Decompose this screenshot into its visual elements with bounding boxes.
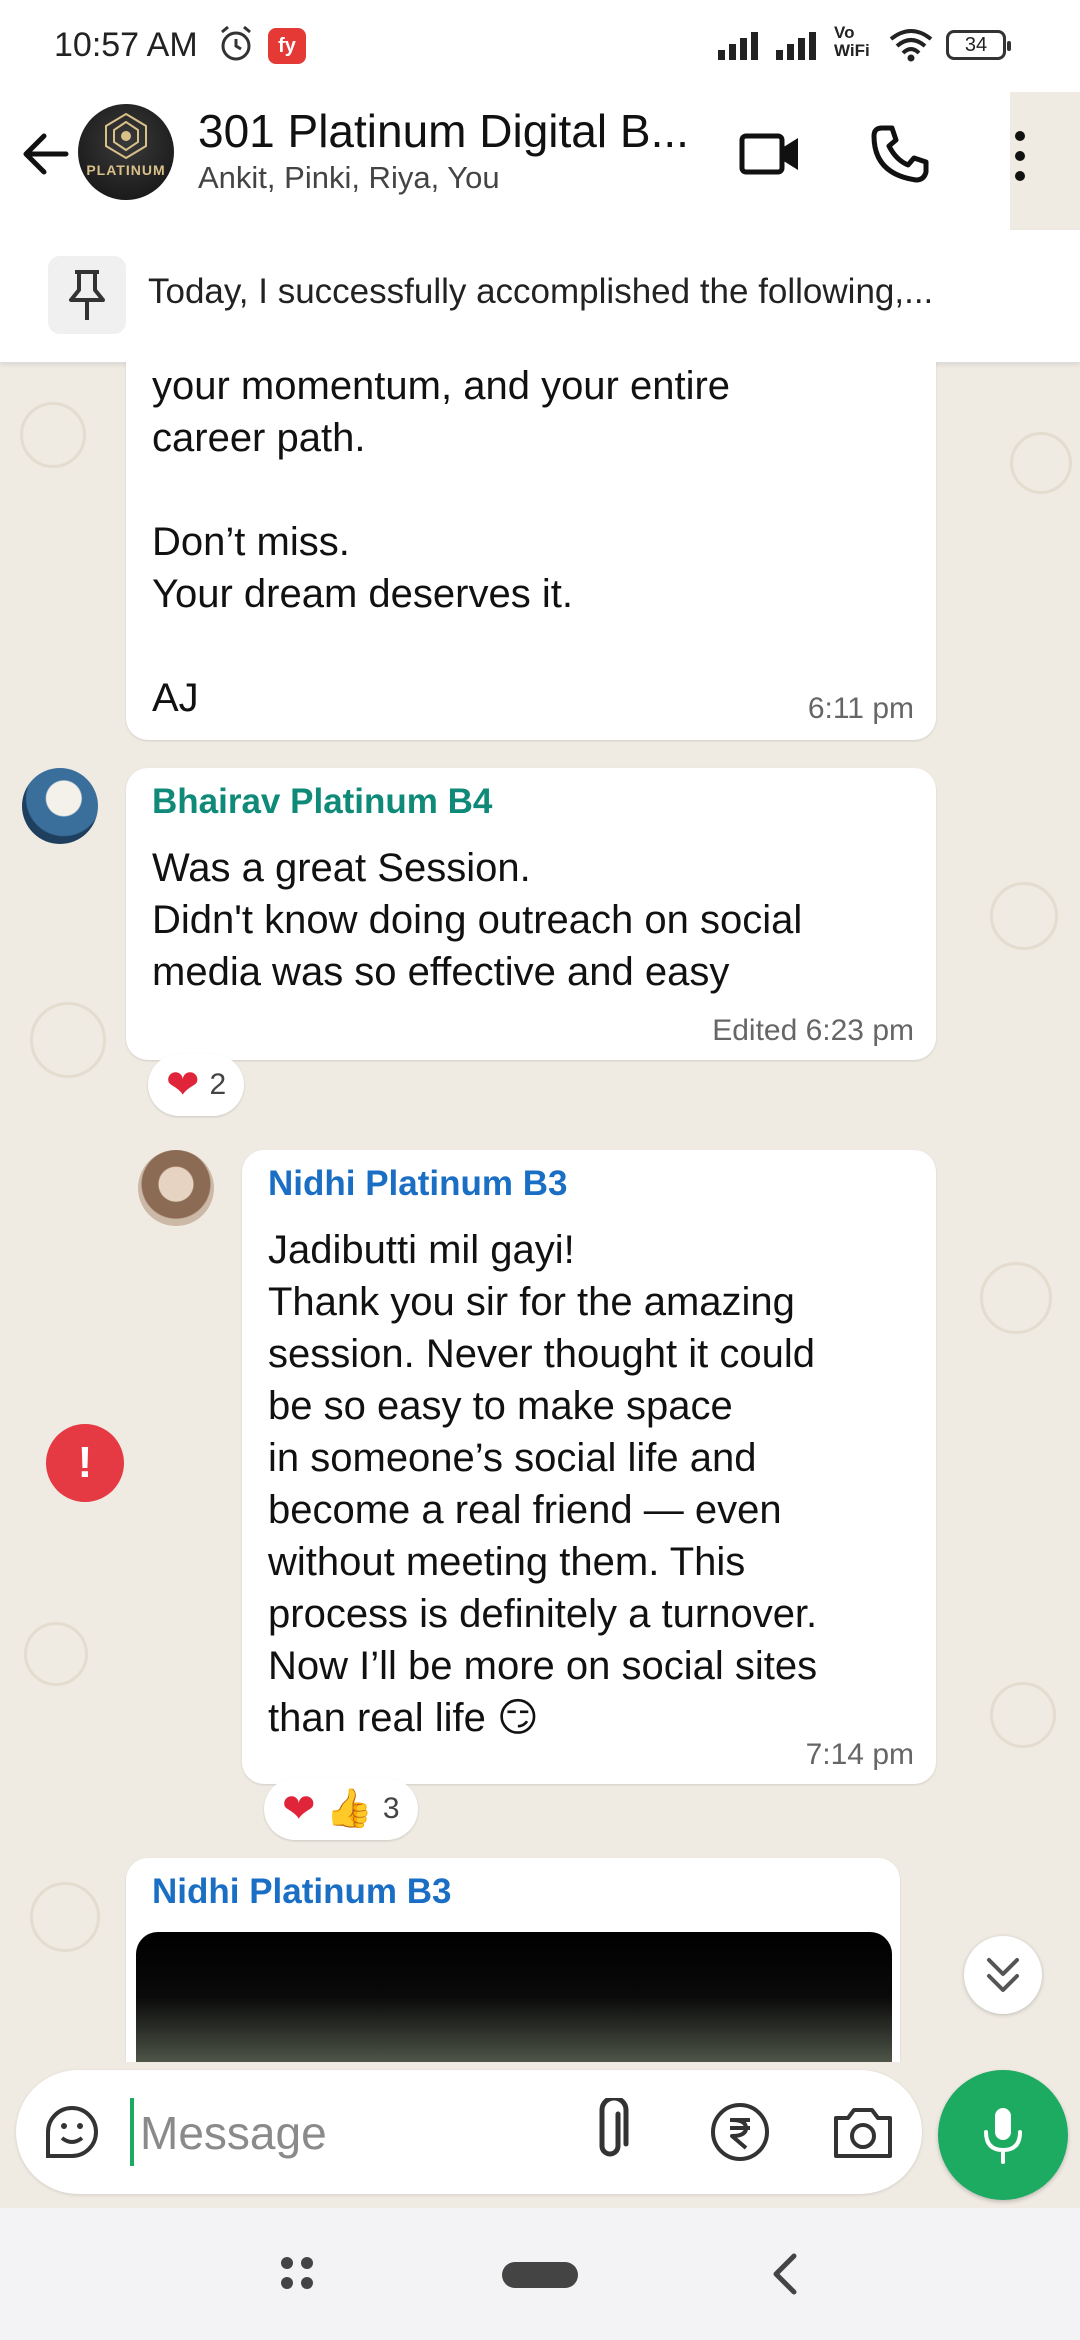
microphone-icon xyxy=(984,2108,1022,2164)
message-reactions[interactable]: ❤ 👍 3 xyxy=(264,1778,418,1840)
status-time: 10:57 AM xyxy=(54,26,198,64)
sender-name[interactable]: Nidhi Platinum B3 xyxy=(268,1164,567,1204)
recent-apps-icon[interactable] xyxy=(278,2254,316,2292)
notification-app-icon: fy xyxy=(268,28,306,64)
reaction-count: 3 xyxy=(382,1792,400,1825)
thumbs-up-reaction-icon: 👍 xyxy=(325,1788,373,1830)
pin-icon xyxy=(69,270,105,320)
chat-header: PLATINUM 301 Platinum Digital B... Ankit… xyxy=(0,92,1025,231)
back-nav-icon[interactable] xyxy=(770,2252,800,2296)
sender-avatar[interactable] xyxy=(22,768,98,844)
signal-icon xyxy=(718,32,758,60)
wifi-icon xyxy=(889,29,933,62)
signal-icon xyxy=(776,32,816,60)
message-bubble[interactable]: Nidhi Platinum B3 Jadibutti mil gayi! Th… xyxy=(242,1150,936,1784)
pin-icon-box xyxy=(48,256,126,334)
message-input[interactable] xyxy=(138,2092,462,2174)
payment-rupee-icon[interactable] xyxy=(708,2100,772,2164)
error-indicator-icon[interactable]: ! xyxy=(46,1424,124,1502)
text-cursor xyxy=(130,2098,134,2166)
heart-reaction-icon: ❤ xyxy=(166,1063,200,1107)
sender-name[interactable]: Nidhi Platinum B3 xyxy=(152,1872,451,1912)
reaction-count: 2 xyxy=(209,1068,227,1101)
message-bubble[interactable]: your momentum, and your entire career pa… xyxy=(126,362,936,740)
home-button[interactable] xyxy=(502,2262,578,2288)
battery-icon: 34 xyxy=(946,30,1011,60)
logo-emblem-icon xyxy=(105,112,147,160)
phone-call-icon[interactable] xyxy=(868,122,932,186)
scroll-to-bottom-button[interactable] xyxy=(964,1936,1042,2014)
chat-members[interactable]: Ankit, Pinki, Riya, You xyxy=(198,160,500,196)
message-reactions[interactable]: ❤ 2 xyxy=(148,1054,245,1116)
message-composer xyxy=(16,2070,922,2194)
group-avatar[interactable]: PLATINUM xyxy=(78,104,174,200)
voice-record-button[interactable] xyxy=(938,2070,1068,2200)
chat-area[interactable]: your momentum, and your entire career pa… xyxy=(0,362,1080,2062)
sender-avatar[interactable] xyxy=(138,1150,214,1226)
message-time: 6:11 pm xyxy=(807,692,914,725)
heart-reaction-icon: ❤ xyxy=(282,1787,316,1831)
camera-icon[interactable] xyxy=(828,2100,898,2164)
vowifi-label: Vo WiFi xyxy=(834,23,870,60)
message-text: your momentum, and your entire career pa… xyxy=(152,364,731,720)
media-message-bubble[interactable]: Nidhi Platinum B3 xyxy=(126,1858,900,2062)
avatar-label: PLATINUM xyxy=(86,162,166,178)
message-text: Was a great Session. Didn't know doing o… xyxy=(152,846,803,994)
alarm-icon xyxy=(221,25,251,61)
message-bubble[interactable]: Bhairav Platinum B4 Was a great Session.… xyxy=(126,768,936,1060)
message-time: Edited 6:23 pm xyxy=(712,1014,914,1047)
message-time: 7:14 pm xyxy=(805,1738,914,1771)
media-thumbnail[interactable] xyxy=(136,1932,892,2062)
status-bar: 10:57 AM fy Vo WiFi 34 xyxy=(0,0,1080,92)
system-navigation-bar xyxy=(0,2208,1080,2340)
attachment-icon[interactable] xyxy=(582,2098,638,2166)
back-arrow-icon[interactable] xyxy=(16,124,76,184)
message-text: Jadibutti mil gayi! Thank you sir for th… xyxy=(268,1228,818,1740)
more-options-icon[interactable] xyxy=(1000,124,1040,188)
sticker-icon[interactable] xyxy=(40,2100,104,2164)
sender-name[interactable]: Bhairav Platinum B4 xyxy=(152,782,492,822)
pinned-message-text: Today, I successfully accomplished the f… xyxy=(148,272,934,311)
video-call-icon[interactable] xyxy=(738,124,804,184)
double-chevron-down-icon xyxy=(987,1958,1019,1992)
pinned-message-bar[interactable]: Today, I successfully accomplished the f… xyxy=(0,230,1080,363)
chat-title[interactable]: 301 Platinum Digital B... xyxy=(198,104,689,158)
